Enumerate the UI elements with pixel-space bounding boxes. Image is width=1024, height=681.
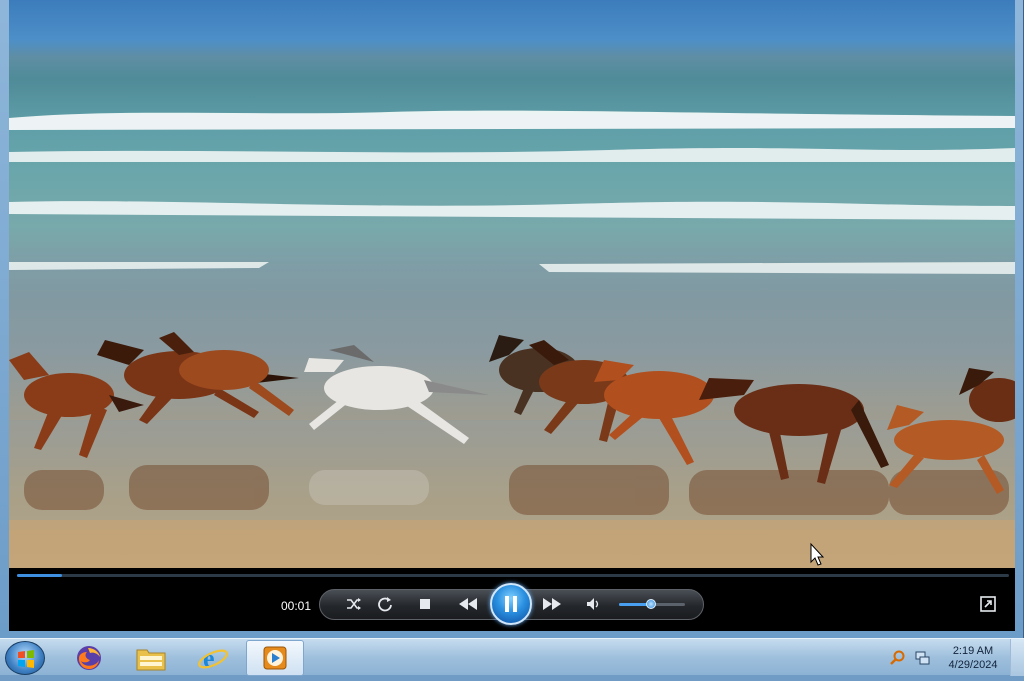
repeat-icon [378,597,392,612]
shuffle-button[interactable] [343,593,365,615]
seek-progress [17,574,62,577]
mute-button[interactable] [583,593,605,615]
horse-9 [959,368,1015,422]
firefox-icon [77,646,101,670]
video-area[interactable] [9,0,1015,568]
seek-bar[interactable] [17,574,1009,577]
volume-slider[interactable] [619,599,685,609]
video-frame-horses-on-beach [9,110,1015,568]
start-button[interactable] [5,641,45,675]
taskbar-media-player[interactable] [246,640,304,676]
taskbar: e 2:19 AM 4/29/2024 [0,638,1024,676]
search-tray-icon[interactable] [890,650,906,666]
switch-to-library-button[interactable] [978,594,998,614]
network-icon[interactable] [914,650,930,666]
media-player-icon [263,646,287,670]
shuffle-icon [347,598,361,610]
pause-button[interactable] [490,583,532,625]
stop-icon [420,599,430,609]
clock-date: 4/29/2024 [948,659,998,671]
next-icon [543,598,561,610]
previous-button[interactable] [455,593,481,615]
show-desktop-button[interactable] [1010,639,1024,676]
media-player-window: 00:01 [0,0,1024,638]
volume-knob[interactable] [645,599,656,609]
playback-controls-bar: 00:01 [9,568,1015,631]
taskbar-explorer[interactable] [122,640,180,676]
ie-icon: e [198,644,228,673]
speaker-icon [587,598,599,610]
folder-icon [136,649,166,671]
previous-icon [459,598,477,610]
taskbar-internet-explorer[interactable]: e [184,640,242,676]
stop-button[interactable] [414,593,436,615]
elapsed-time: 00:01 [281,599,312,613]
windows-start-icon [18,650,34,668]
repeat-button[interactable] [374,593,396,615]
svg-text:e: e [203,644,215,673]
switch-to-library-icon [980,596,996,612]
taskbar-clock[interactable]: 2:19 AM 4/29/2024 [940,644,1006,672]
clock-time: 2:19 AM [952,645,994,657]
next-button[interactable] [539,593,565,615]
pause-icon [505,596,517,612]
taskbar-firefox[interactable] [60,640,118,676]
